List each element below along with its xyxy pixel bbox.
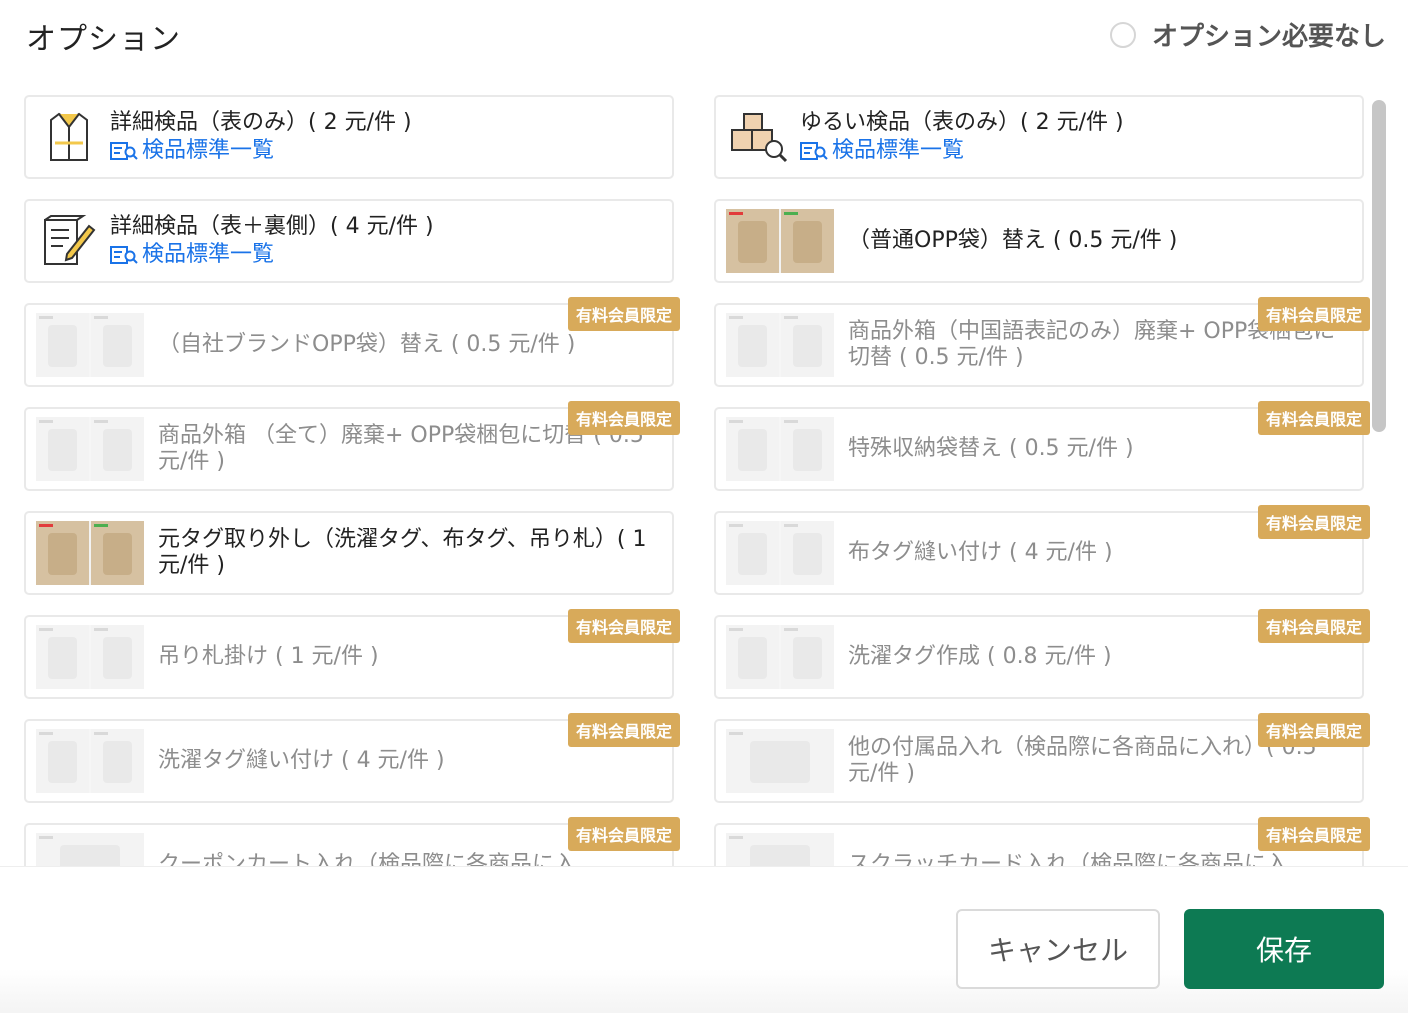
jacket-inspection-icon — [40, 109, 98, 165]
no-option-radio[interactable]: オプション必要なし — [1109, 16, 1386, 53]
product-thumbnail — [726, 521, 834, 585]
inspection-standard-link[interactable]: 検品標準一覧 — [110, 242, 660, 268]
option-label: 洗濯タグ縫い付け ( 4 元/件 ) — [158, 748, 445, 773]
save-button[interactable]: 保存 — [1184, 909, 1384, 989]
premium-badge: 有料会員限定 — [567, 609, 680, 643]
option-label: 詳細検品（表＋裏側）( 4 元/件 ) — [110, 214, 434, 239]
option-card-wash-tag-sewing[interactable]: 洗濯タグ縫い付け ( 4 元/件 ) 有料会員限定 — [24, 713, 680, 803]
product-thumbnail — [36, 625, 144, 689]
product-thumbnail — [726, 417, 834, 481]
premium-badge: 有料会員限定 — [567, 713, 680, 747]
option-label: 特殊収納袋替え ( 0.5 元/件 ) — [848, 436, 1134, 461]
option-card-loose-inspection-front[interactable]: ゆるい検品（表のみ）( 2 元/件 ) 検品標準一覧 — [714, 95, 1364, 179]
list-search-icon — [800, 142, 828, 160]
option-card-brand-opp-bag[interactable]: （自社ブランドOPP袋）替え ( 0.5 元/件 ) 有料会員限定 — [24, 297, 680, 387]
option-card-opp-bag-standard[interactable]: （普通OPP袋）替え ( 0.5 元/件 ) — [714, 199, 1364, 283]
premium-badge: 有料会員限定 — [1257, 505, 1370, 539]
option-card-detail-inspection-front[interactable]: 詳細検品（表のみ）( 2 元/件 ) 検品標準一覧 — [24, 95, 674, 179]
product-thumbnail — [36, 313, 144, 377]
option-card-scratch-card[interactable]: スクラッチカード入れ（検品際に各商品に入 有料会員限定 — [714, 817, 1370, 868]
option-card-cloth-tag-sewing[interactable]: 布タグ縫い付け ( 4 元/件 ) 有料会員限定 — [714, 505, 1370, 595]
product-thumbnail — [726, 209, 834, 273]
premium-badge: 有料会員限定 — [1257, 609, 1370, 643]
option-label: （自社ブランドOPP袋）替え ( 0.5 元/件 ) — [158, 332, 576, 357]
option-label: 吊り札掛け ( 1 元/件 ) — [158, 644, 379, 669]
option-card-hang-tag[interactable]: 吊り札掛け ( 1 元/件 ) 有料会員限定 — [24, 609, 680, 699]
option-label: 詳細検品（表のみ）( 2 元/件 ) — [110, 110, 412, 135]
premium-badge: 有料会員限定 — [567, 297, 680, 331]
boxes-search-icon — [730, 109, 788, 165]
inspection-standard-link[interactable]: 検品標準一覧 — [800, 138, 1350, 164]
premium-badge: 有料会員限定 — [567, 817, 680, 851]
option-card-special-storage-bag[interactable]: 特殊収納袋替え ( 0.5 元/件 ) 有料会員限定 — [714, 401, 1370, 491]
option-label: （普通OPP袋）替え ( 0.5 元/件 ) — [848, 228, 1178, 253]
option-label: 布タグ縫い付け ( 4 元/件 ) — [848, 540, 1113, 565]
list-scrollbar[interactable] — [1372, 100, 1386, 432]
inspection-standard-link[interactable]: 検品標準一覧 — [110, 138, 660, 164]
option-card-coupon-card[interactable]: クーポンカート入れ（検品際に各商品に入 有料会員限定 — [24, 817, 680, 868]
product-thumbnail — [36, 521, 144, 585]
product-thumbnail — [36, 729, 144, 793]
checklist-pen-icon — [40, 213, 98, 269]
product-thumbnail — [36, 417, 144, 481]
option-label: ゆるい検品（表のみ）( 2 元/件 ) — [800, 110, 1124, 135]
cancel-button[interactable]: キャンセル — [956, 909, 1160, 989]
radio-circle-icon[interactable] — [1109, 21, 1136, 48]
option-card-box-discard-all[interactable]: 商品外箱 （全て）廃棄+ OPP袋梱包に切替 ( 0.5 元/件 ) 有料会員限… — [24, 401, 680, 491]
premium-badge: 有料会員限定 — [1257, 297, 1370, 331]
product-thumbnail — [36, 833, 144, 868]
product-thumbnail — [726, 625, 834, 689]
option-card-box-discard-chinese[interactable]: 商品外箱（中国語表記のみ）廃棄+ OPP袋梱包に切替 ( 0.5 元/件 ) 有… — [714, 297, 1370, 387]
option-label: 元タグ取り外し（洗濯タグ、布タグ、吊り札）( 1 元/件 ) — [158, 527, 647, 578]
product-thumbnail — [726, 833, 834, 868]
no-option-label: オプション必要なし — [1151, 22, 1386, 52]
product-thumbnail — [726, 729, 834, 793]
product-thumbnail — [726, 313, 834, 377]
premium-badge: 有料会員限定 — [1257, 401, 1370, 435]
premium-badge: 有料会員限定 — [1257, 817, 1370, 851]
list-search-icon — [110, 246, 138, 264]
premium-badge: 有料会員限定 — [1257, 713, 1370, 747]
option-card-detail-inspection-both[interactable]: 詳細検品（表＋裏側）( 4 元/件 ) 検品標準一覧 — [24, 199, 674, 283]
list-search-icon — [110, 142, 138, 160]
option-card-other-accessory[interactable]: 他の付属品入れ（検品際に各商品に入れ）( 0.5 元/件 ) 有料会員限定 — [714, 713, 1370, 803]
dialog-footer: キャンセル 保存 — [0, 866, 1408, 1013]
option-card-wash-tag-create[interactable]: 洗濯タグ作成 ( 0.8 元/件 ) 有料会員限定 — [714, 609, 1370, 699]
option-label: 洗濯タグ作成 ( 0.8 元/件 ) — [848, 644, 1112, 669]
option-card-tag-removal[interactable]: 元タグ取り外し（洗濯タグ、布タグ、吊り札）( 1 元/件 ) — [24, 511, 674, 595]
premium-badge: 有料会員限定 — [567, 401, 680, 435]
dialog-title: オプション — [26, 22, 181, 57]
options-list[interactable]: 詳細検品（表のみ）( 2 元/件 ) 検品標準一覧 ゆるい検品（表のみ）( 2 … — [0, 80, 1408, 868]
